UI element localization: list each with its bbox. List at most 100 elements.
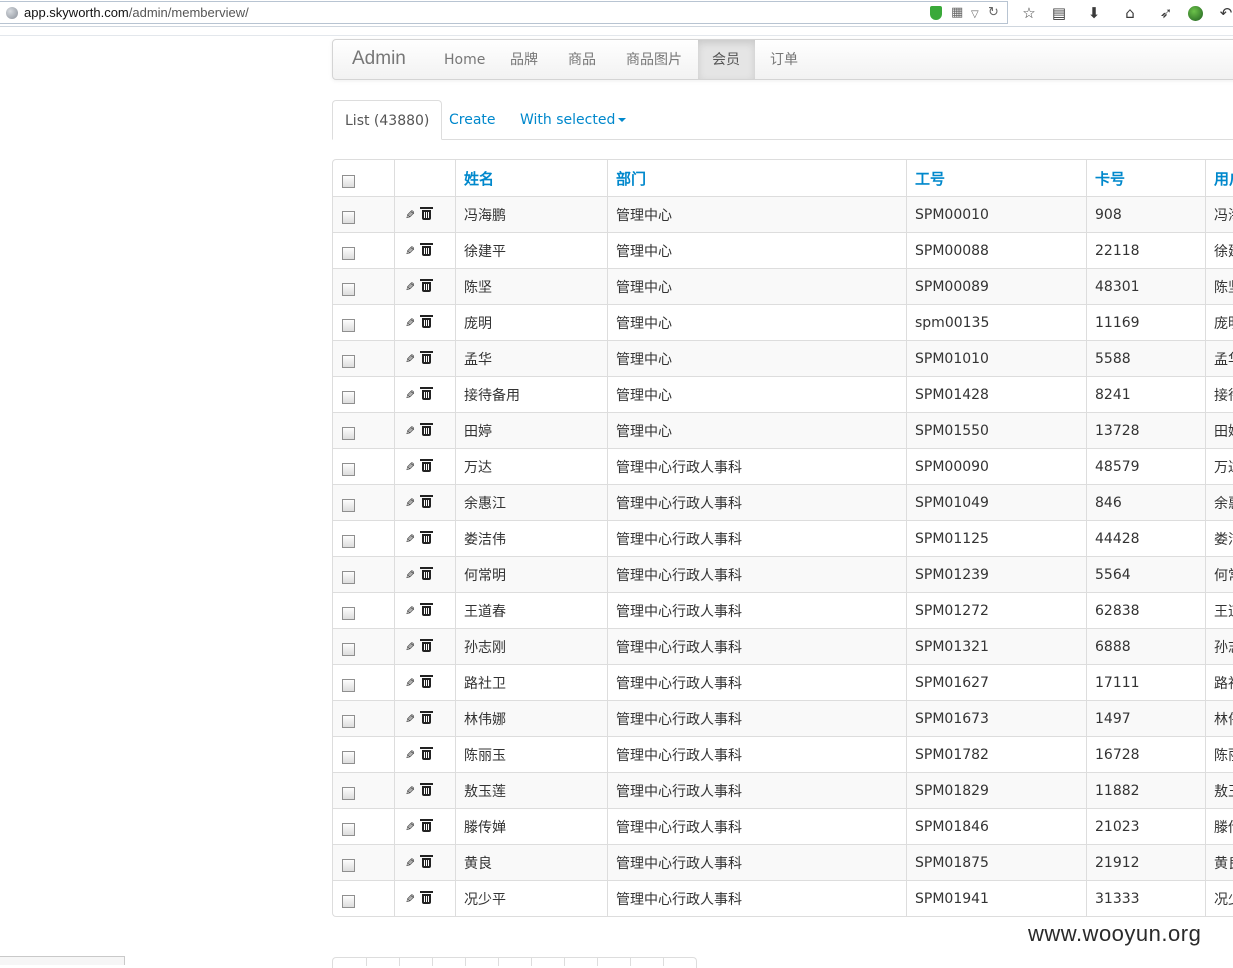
qr-code-icon[interactable]: ▦ [951,6,963,20]
edit-pencil-icon[interactable]: ✎ [403,424,417,438]
edit-pencil-icon[interactable]: ✎ [403,496,417,510]
row-checkbox[interactable] [342,607,355,620]
delete-trash-icon[interactable] [420,710,433,724]
delete-trash-icon[interactable] [420,242,433,256]
delete-trash-icon[interactable] [420,890,433,904]
edit-pencil-icon[interactable]: ✎ [403,748,417,762]
delete-trash-icon[interactable] [420,350,433,364]
cell-employee-id: SPM01846 [906,808,1086,844]
row-checkbox[interactable] [342,283,355,296]
edit-pencil-icon[interactable]: ✎ [403,892,417,906]
delete-trash-icon[interactable] [420,818,433,832]
column-header-card-number[interactable]: 卡号 [1086,160,1205,196]
nav-home[interactable]: Home [430,40,499,79]
row-checkbox[interactable] [342,247,355,260]
edit-pencil-icon[interactable]: ✎ [403,568,417,582]
clipboard-icon[interactable]: ▤ [1050,4,1068,22]
row-checkbox[interactable] [342,499,355,512]
edit-pencil-icon[interactable]: ✎ [403,604,417,618]
star-icon[interactable]: ☆ [1020,4,1038,22]
edit-pencil-icon[interactable]: ✎ [403,460,417,474]
view-tabs: List (43880) Create With selected [332,100,1233,140]
edit-pencil-icon[interactable]: ✎ [403,352,417,366]
cell-name: 孟华 [455,340,607,376]
row-actions-cell: ✎ [394,340,455,376]
edit-pencil-icon[interactable]: ✎ [403,712,417,726]
edit-pencil-icon[interactable]: ✎ [403,676,417,690]
cell-username: 敖玉莲 [1205,772,1233,808]
edit-pencil-icon[interactable]: ✎ [403,244,417,258]
row-checkbox[interactable] [342,643,355,656]
delete-trash-icon[interactable] [420,458,433,472]
tab-list[interactable]: List (43880) [332,100,443,140]
addon-icon[interactable] [1188,6,1203,21]
delete-trash-icon[interactable] [420,494,433,508]
download-icon[interactable]: ⬇ [1085,4,1103,22]
address-bar[interactable]: app.skyworth.com/admin/memberview/ ▦ ▽ ↻ [0,1,1008,24]
column-header-employee-id[interactable]: 工号 [906,160,1086,196]
edit-pencil-icon[interactable]: ✎ [403,208,417,222]
row-checkbox[interactable] [342,355,355,368]
dropdown-arrow-icon[interactable]: ▽ [971,8,979,22]
row-checkbox[interactable] [342,895,355,908]
row-select-cell [333,268,394,304]
edit-pencil-icon[interactable]: ✎ [403,316,417,330]
admin-navbar: Admin Home 品牌 商品 商品图片 会员 订单 [332,39,1233,80]
row-checkbox[interactable] [342,427,355,440]
row-select-cell [333,808,394,844]
cell-name: 娄洁伟 [455,520,607,556]
shield-icon[interactable] [930,6,942,20]
column-header-department[interactable]: 部门 [607,160,906,196]
home-icon[interactable]: ⌂ [1121,4,1139,22]
delete-trash-icon[interactable] [420,782,433,796]
column-header-name[interactable]: 姓名 [455,160,607,196]
row-checkbox[interactable] [342,787,355,800]
edit-pencil-icon[interactable]: ✎ [403,388,417,402]
nav-products[interactable]: 商品 [554,40,610,79]
nav-brand[interactable]: 品牌 [496,40,552,79]
edit-pencil-icon[interactable]: ✎ [403,532,417,546]
delete-trash-icon[interactable] [420,422,433,436]
delete-trash-icon[interactable] [420,530,433,544]
nav-product-images[interactable]: 商品图片 [612,40,696,79]
delete-trash-icon[interactable] [420,854,433,868]
table-row: ✎敖玉莲管理中心行政人事科SPM0182911882敖玉莲 [333,772,1233,808]
delete-trash-icon[interactable] [420,386,433,400]
tab-with-selected[interactable]: With selected [508,100,638,139]
url-text[interactable]: app.skyworth.com/admin/memberview/ [24,5,249,20]
row-checkbox[interactable] [342,715,355,728]
reload-icon[interactable]: ↻ [988,6,999,20]
edit-pencil-icon[interactable]: ✎ [403,856,417,870]
select-all-checkbox[interactable] [342,174,355,188]
row-checkbox[interactable] [342,463,355,476]
delete-trash-icon[interactable] [420,566,433,580]
row-checkbox[interactable] [342,679,355,692]
row-checkbox[interactable] [342,859,355,872]
send-icon[interactable]: ➶ [1157,4,1175,22]
nav-members[interactable]: 会员 [698,40,755,79]
row-checkbox[interactable] [342,319,355,332]
delete-trash-icon[interactable] [420,746,433,760]
edit-pencil-icon[interactable]: ✎ [403,784,417,798]
nav-orders[interactable]: 订单 [756,40,812,79]
edit-pencil-icon[interactable]: ✎ [403,280,417,294]
tab-create[interactable]: Create [437,100,508,139]
edit-pencil-icon[interactable]: ✎ [403,820,417,834]
row-select-cell [333,412,394,448]
row-checkbox[interactable] [342,823,355,836]
delete-trash-icon[interactable] [420,602,433,616]
delete-trash-icon[interactable] [420,206,433,220]
delete-trash-icon[interactable] [420,278,433,292]
delete-trash-icon[interactable] [420,314,433,328]
delete-trash-icon[interactable] [420,674,433,688]
edit-pencil-icon[interactable]: ✎ [403,640,417,654]
row-checkbox[interactable] [342,391,355,404]
brand-logo[interactable]: Admin [352,48,406,70]
row-checkbox[interactable] [342,211,355,224]
column-header-username[interactable]: 用户名 [1205,160,1233,196]
row-checkbox[interactable] [342,571,355,584]
row-checkbox[interactable] [342,751,355,764]
back-arrow-icon[interactable]: ↶ [1217,4,1233,22]
delete-trash-icon[interactable] [420,638,433,652]
row-checkbox[interactable] [342,535,355,548]
